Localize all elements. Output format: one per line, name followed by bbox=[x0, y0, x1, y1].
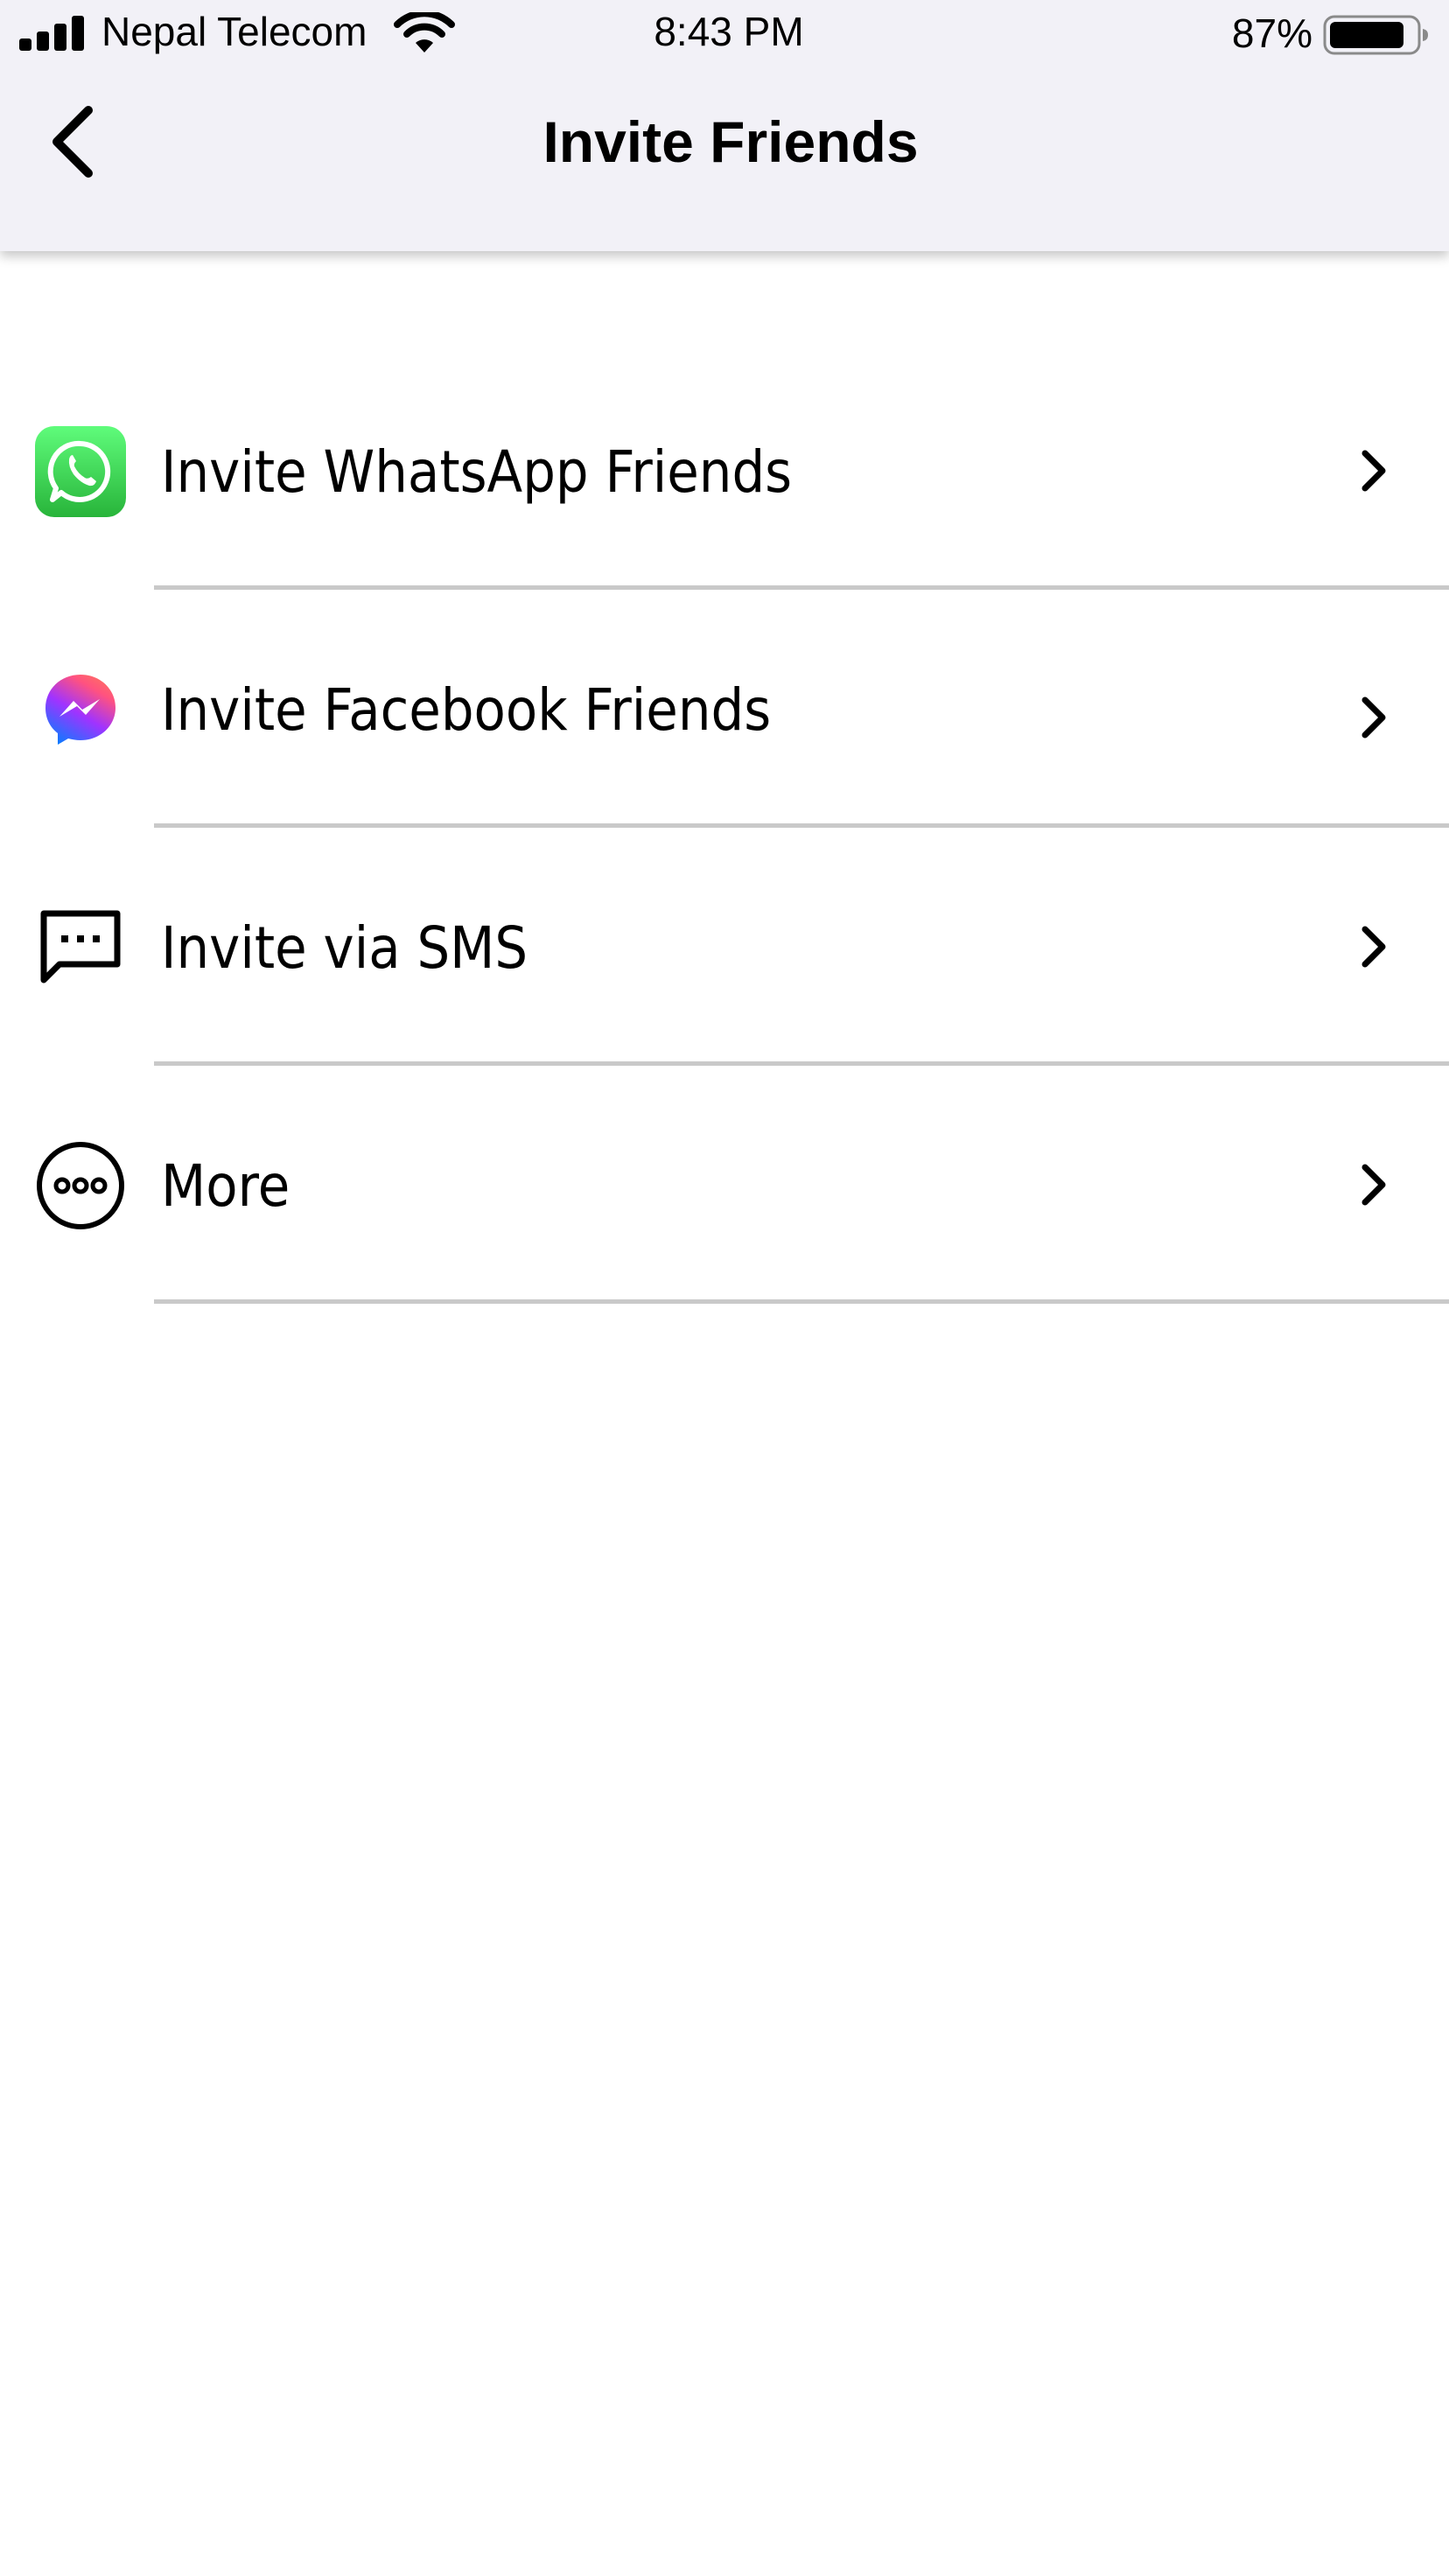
battery-percent: 87% bbox=[1231, 10, 1312, 56]
invite-whatsapp-row[interactable]: Invite WhatsApp Friends bbox=[0, 352, 1449, 590]
message-icon bbox=[35, 902, 126, 993]
invite-whatsapp-label: Invite WhatsApp Friends bbox=[161, 438, 793, 506]
status-bar: Nepal Telecom 8:43 PM 87% bbox=[0, 0, 1449, 70]
invite-facebook-row[interactable]: Invite Facebook Friends bbox=[0, 590, 1449, 828]
invite-options-list: Invite WhatsApp Friends Invite Facebook … bbox=[0, 352, 1449, 1304]
invite-sms-row[interactable]: Invite via SMS bbox=[0, 828, 1449, 1066]
whatsapp-icon bbox=[35, 426, 126, 517]
top-area: Nepal Telecom 8:43 PM 87% Invite Friends bbox=[0, 0, 1449, 251]
page-title: Invite Friends bbox=[542, 109, 919, 174]
invite-more-row[interactable]: More bbox=[0, 1066, 1449, 1304]
chevron-right-icon bbox=[1362, 696, 1386, 738]
invite-facebook-label: Invite Facebook Friends bbox=[161, 676, 772, 744]
chevron-right-icon bbox=[1362, 926, 1386, 968]
invite-more-label: More bbox=[161, 1152, 290, 1220]
nav-bar: Invite Friends bbox=[0, 70, 1449, 251]
more-icon bbox=[35, 1140, 126, 1231]
invite-sms-label: Invite via SMS bbox=[161, 914, 528, 982]
chevron-right-icon bbox=[1362, 1164, 1386, 1206]
battery-icon bbox=[1323, 15, 1428, 55]
row-divider bbox=[154, 1299, 1449, 1304]
messenger-icon bbox=[35, 664, 126, 755]
chevron-right-icon bbox=[1362, 450, 1386, 492]
